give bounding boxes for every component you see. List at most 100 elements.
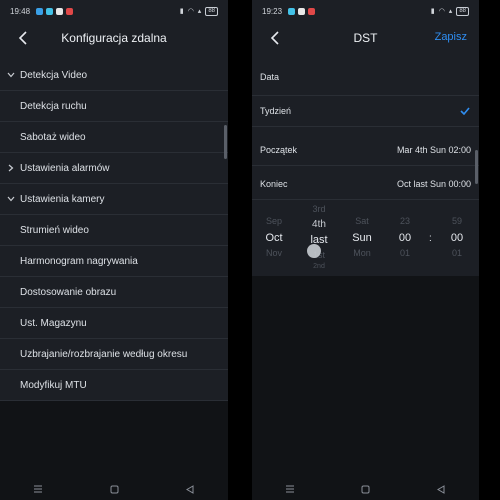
list-item-image-adjustment[interactable]: Dostosowanie obrazu [0,277,228,308]
start-value: Mar 4th Sun 02:00 [396,144,471,155]
minute-wheel[interactable]: 59 00 01 [446,204,468,276]
day-selected: Sun [352,232,372,244]
list-item-label: Sabotaż wideo [20,131,86,143]
signal-icon: ▮ [430,8,435,15]
minute-prev: 59 [451,216,462,226]
menu-icon[interactable] [32,484,44,494]
month-next: Nov [265,248,282,258]
week-prev: 4th [312,219,326,230]
week-option-row[interactable]: Tydzień [252,95,479,127]
network-icon: ▴ [448,8,453,15]
list-item-motion-detection[interactable]: Detekcja ruchu [0,91,228,122]
end-row[interactable]: Koniec Oct last Sun 00:00 [252,168,479,200]
start-row[interactable]: Początek Mar 4th Sun 02:00 [252,134,479,166]
battery-icon: 88 [456,6,469,16]
section-video-detection[interactable]: Detekcja Video [0,60,228,91]
section-camera-settings[interactable]: Ustawienia kamery [0,184,228,215]
end-label: Koniec [260,178,288,189]
menu-icon[interactable] [284,484,296,494]
list-item-video-stream[interactable]: Strumień wideo [0,215,228,246]
left-screen: 19:48 ▮ ◠ ▴ 88 Konfiguracja zdalna Detek… [0,0,228,500]
day-wheel[interactable]: Sat Sun Mon [348,204,376,276]
list-item-label: Detekcja ruchu [20,100,87,112]
settings-list: Detekcja Video Detekcja ruchu Sabotaż wi… [0,60,228,401]
minute-next: 01 [451,248,462,258]
list-item-storage-settings[interactable]: Ust. Magazynu [0,308,228,339]
page-title: DST [353,31,378,45]
day-prev: Sat [355,216,369,226]
list-item-label: Detekcja Video [20,69,88,81]
battery-icon: 88 [205,6,218,16]
signal-icon: ▮ [179,8,184,15]
back-icon[interactable] [435,484,447,494]
minute-selected: 00 [450,232,464,244]
hour-prev: 23 [399,216,410,226]
empty-area [252,276,479,500]
scrollbar[interactable] [224,125,227,159]
hour-selected: 00 [398,232,412,244]
page-title: Konfiguracja zdalna [61,31,167,45]
date-section-label: Data [260,72,280,82]
time-separator: : [429,233,432,244]
list-item-recording-schedule[interactable]: Harmonogram nagrywania [0,246,228,277]
month-wheel[interactable]: Sep Oct Nov [260,204,288,276]
youtube-icon [298,7,306,15]
chevron-down-icon [6,70,16,80]
app-bar: Konfiguracja zdalna [0,24,228,52]
list-item-label: Ustawienia kamery [20,193,105,205]
list-item-label: Uzbrajanie/rozbrajanie według okresu [20,348,188,360]
month-selected: Oct [265,232,283,244]
back-icon[interactable] [184,484,196,494]
status-time: 19:48 [10,6,31,16]
week-prev2: 3rd [312,204,326,214]
system-nav-bar [0,478,228,500]
hour-next: 01 [399,248,410,258]
week-wheel[interactable]: 3rd 4th last 1st 2nd [304,204,334,276]
status-time: 19:23 [262,6,283,16]
status-bar: 19:23 ▮ ◠ ▴ 88 [252,0,479,22]
list-item-label: Strumień wideo [20,224,89,236]
hour-wheel[interactable]: 23 00 01 [394,204,416,276]
app-icon [308,7,316,15]
wifi-icon: ◠ [187,8,194,15]
section-alarm-settings[interactable]: Ustawienia alarmów [0,153,228,184]
week-next2: 2nd [313,263,325,270]
network-icon: ▴ [197,8,202,15]
list-item-label: Ustawienia alarmów [20,162,110,174]
list-item-video-tampering[interactable]: Sabotaż wideo [0,122,228,153]
list-item-label: Dostosowanie obrazu [20,286,117,298]
touch-indicator [307,244,321,258]
chevron-down-icon [6,194,16,204]
list-item-arming-schedule[interactable]: Uzbrajanie/rozbrajanie według okresu [0,339,228,370]
list-item-modify-mtu[interactable]: Modyfikuj MTU [0,370,228,401]
system-nav-bar [252,478,479,500]
list-item-label: Harmonogram nagrywania [20,255,138,267]
right-screen: 19:23 ▮ ◠ ▴ 88 DST Zapisz Data Tydzień P… [252,0,479,500]
back-arrow-icon[interactable] [266,29,284,47]
list-item-label: Ust. Magazynu [20,317,87,329]
chevron-right-icon [6,163,16,173]
back-arrow-icon[interactable] [14,29,32,47]
list-item-label: Modyfikuj MTU [20,379,87,391]
date-time-picker: Sep Oct Nov 3rd 4th last 1st 2nd Sat Sun… [252,204,479,276]
app-icon [66,7,74,15]
app-icon [46,7,54,15]
wifi-icon: ◠ [438,8,445,15]
status-bar: 19:48 ▮ ◠ ▴ 88 [0,0,228,22]
end-value: Oct last Sun 00:00 [396,178,471,189]
notification-icons [36,7,74,15]
start-label: Początek [260,144,298,155]
status-indicators: ▮ ◠ ▴ 88 [430,6,469,16]
day-next: Mon [353,248,371,258]
home-icon[interactable] [359,484,371,494]
home-icon[interactable] [108,484,120,494]
scrollbar[interactable] [475,150,478,184]
notification-icons [288,7,316,15]
week-option-label: Tydzień [260,106,292,116]
app-icon [288,7,296,15]
youtube-icon [56,7,64,15]
save-button[interactable]: Zapisz [435,31,467,43]
status-indicators: ▮ ◠ ▴ 88 [179,6,218,16]
check-icon [459,105,471,117]
app-bar: DST Zapisz [252,24,479,52]
